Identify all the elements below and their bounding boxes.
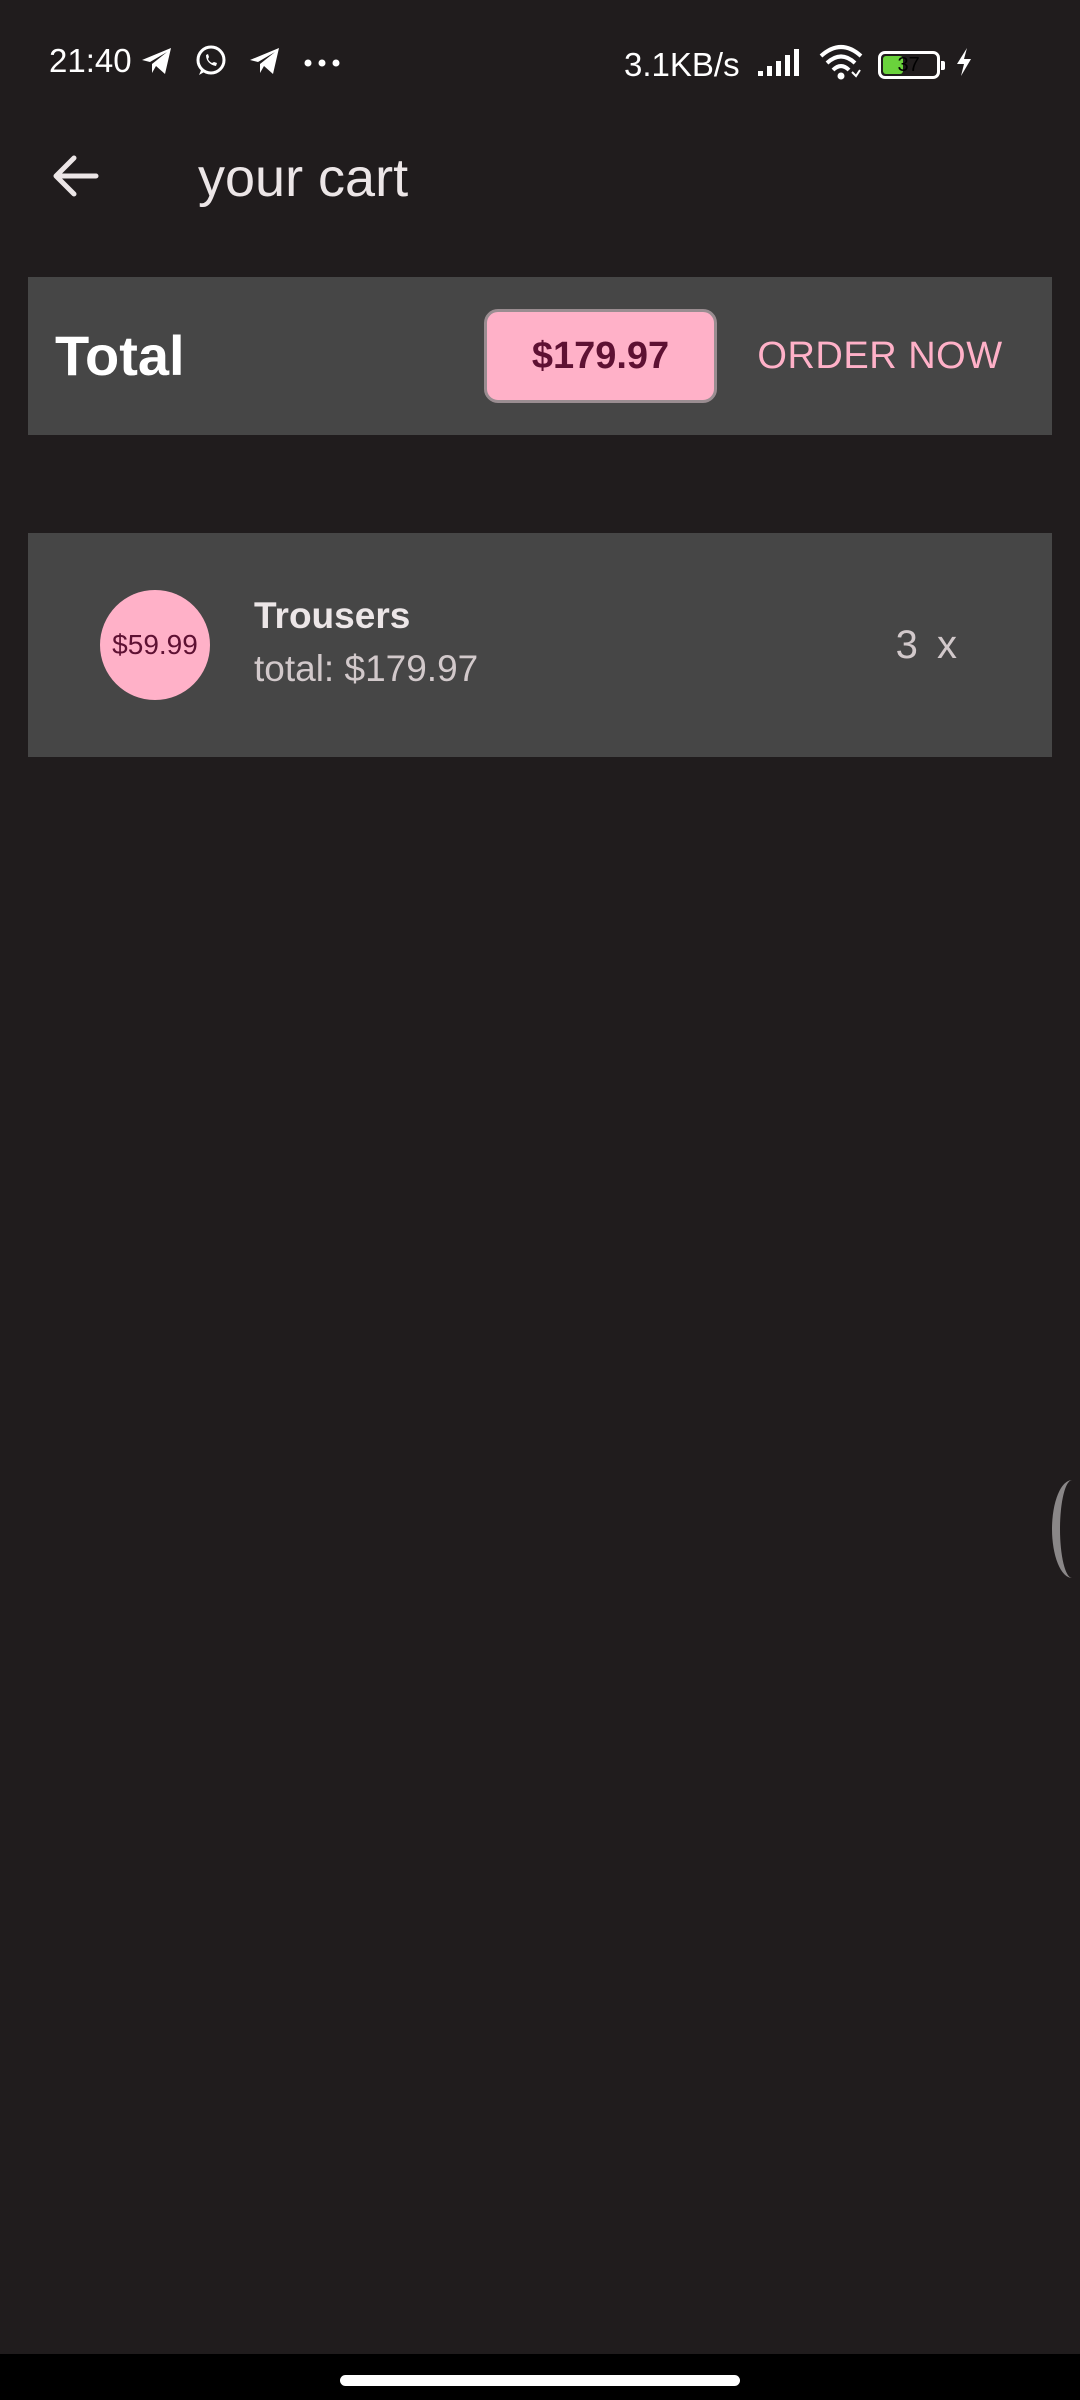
item-quantity: 3 x [895, 623, 957, 667]
navigation-bar [0, 2354, 1080, 2400]
total-card: Total $179.97 ORDER NOW [28, 277, 1052, 435]
network-speed: 3.1KB/s [624, 45, 740, 83]
signal-icon [756, 47, 804, 82]
item-name: Trousers [254, 595, 411, 636]
system-icons: 3.1KB/s 37 [624, 44, 974, 85]
edge-gesture-handle[interactable] [1052, 1480, 1080, 1578]
telegram-icon [248, 46, 282, 81]
battery-icon: 37 [877, 50, 945, 79]
battery-level: 37 [897, 53, 920, 76]
item-price-avatar: $59.99 [100, 590, 210, 700]
cart-item[interactable]: $59.99 Trousers total: $179.97 3 x [28, 533, 1052, 757]
status-bar: 21:40 3.1KB/s 37 [0, 0, 1080, 128]
more-dots-icon [302, 55, 342, 73]
page-title: your cart [198, 148, 409, 208]
status-time: 21:40 [49, 42, 132, 79]
total-label: Total [55, 324, 185, 387]
app-bar: your cart [0, 128, 1080, 224]
notification-icons [140, 44, 342, 83]
whatsapp-icon [194, 44, 228, 83]
telegram-icon [140, 46, 174, 81]
order-now-button[interactable]: ORDER NOW [740, 309, 1020, 403]
home-indicator[interactable] [340, 2375, 740, 2386]
total-amount-chip: $179.97 [484, 309, 717, 403]
item-total: total: $179.97 [254, 648, 479, 689]
arrow-left-icon [52, 154, 100, 203]
back-button[interactable] [38, 140, 114, 216]
charging-icon [954, 47, 974, 82]
wifi-icon [818, 44, 864, 85]
